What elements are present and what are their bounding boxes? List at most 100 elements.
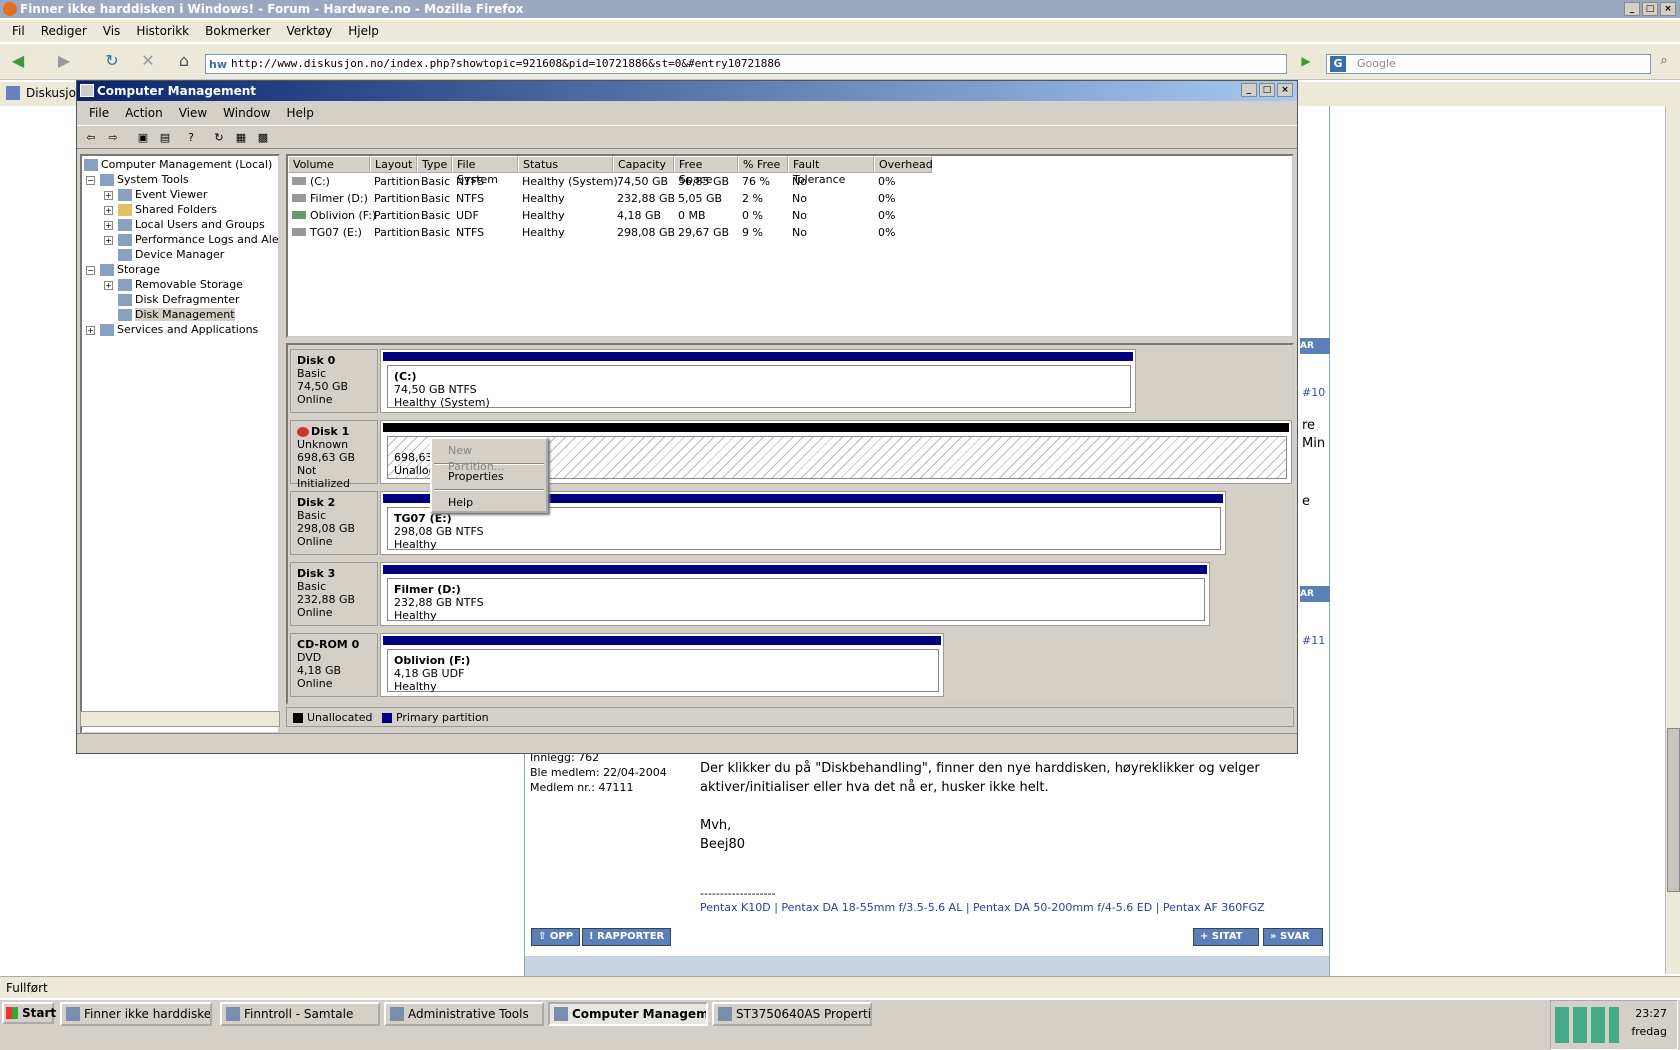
- cell-free: 0 MB: [678, 209, 706, 222]
- tree-device-manager[interactable]: Device Manager: [118, 248, 224, 261]
- forward-icon[interactable]: ▶: [52, 50, 76, 74]
- cm-menu-view[interactable]: View: [171, 103, 215, 123]
- entry-link-11[interactable]: #11: [1302, 634, 1325, 647]
- menu-fil[interactable]: Fil: [4, 20, 33, 42]
- disk-state: Online: [297, 535, 333, 548]
- menu-verktoy[interactable]: Verktøy: [279, 20, 341, 42]
- close-button[interactable]: ×: [1660, 2, 1676, 16]
- cm-forward-icon[interactable]: ⇨: [105, 130, 121, 146]
- entry-link-10[interactable]: #10: [1302, 386, 1325, 399]
- disk-2-label[interactable]: Disk 2 Basic 298,08 GB Online: [290, 491, 378, 555]
- tree-storage[interactable]: − Storage: [86, 263, 160, 276]
- help-icon[interactable]: ?: [183, 130, 199, 146]
- go-icon[interactable]: ▶: [1294, 50, 1318, 74]
- menu-historikk[interactable]: Historikk: [128, 20, 197, 42]
- search-icon[interactable]: ⌕: [1652, 50, 1676, 74]
- cm-menu-window[interactable]: Window: [215, 103, 278, 123]
- tree-removable-storage[interactable]: + Removable Storage: [104, 278, 243, 291]
- up-folder-icon[interactable]: ▣: [135, 130, 151, 146]
- taskbar-firefox[interactable]: Finner ikke harddisken i ...: [60, 1002, 212, 1026]
- clock[interactable]: 23:27 fredag: [1631, 1005, 1667, 1041]
- col-free-space[interactable]: Free Space: [674, 156, 738, 186]
- search-input[interactable]: G Google: [1326, 54, 1651, 74]
- tree-event-viewer[interactable]: + Event Viewer: [104, 188, 207, 201]
- cm-back-icon[interactable]: ⇦: [83, 130, 99, 146]
- side-button-ar-2[interactable]: AR: [1300, 586, 1330, 602]
- site-favicon: hw: [209, 58, 227, 71]
- col-fault-tolerance[interactable]: Fault Tolerance: [788, 156, 874, 186]
- maximize-button[interactable]: □: [1642, 2, 1658, 16]
- cell-fault: No: [792, 226, 807, 239]
- col-percent-free[interactable]: % Free: [738, 156, 788, 173]
- start-button[interactable]: Start: [2, 1002, 56, 1024]
- tree-disk-defragmenter[interactable]: Disk Defragmenter: [118, 293, 240, 306]
- cm-menu-file[interactable]: File: [81, 103, 117, 123]
- minimize-button[interactable]: _: [1624, 2, 1640, 16]
- opp-button[interactable]: ⇧ OPP: [531, 928, 581, 946]
- event-viewer-icon: [118, 189, 132, 201]
- disk-3-label[interactable]: Disk 3 Basic 232,88 GB Online: [290, 562, 378, 626]
- legend-primary: Primary partition: [395, 711, 489, 724]
- tray-icons[interactable]: [1555, 1007, 1619, 1043]
- col-status[interactable]: Status: [518, 156, 613, 173]
- col-volume[interactable]: Volume: [288, 156, 370, 173]
- tree-horizontal-scrollbar[interactable]: [80, 711, 280, 727]
- stop-icon[interactable]: ✕: [136, 50, 160, 74]
- col-type[interactable]: Type: [417, 156, 452, 173]
- disk-0-label[interactable]: Disk 0 Basic 74,50 GB Online: [290, 349, 378, 413]
- disk-1-label[interactable]: Disk 1 Unknown 698,63 GB Not Initialized: [290, 420, 378, 490]
- post-footer-strip: [525, 956, 1329, 976]
- refresh-icon[interactable]: ↻: [211, 130, 227, 146]
- taskbar-properties[interactable]: ST3750640AS Properties: [712, 1002, 872, 1026]
- cell-free: 29,67 GB: [678, 226, 730, 239]
- tree-local-users[interactable]: + Local Users and Groups: [104, 218, 265, 231]
- menu-bokmerker[interactable]: Bokmerker: [197, 20, 278, 42]
- partition-f[interactable]: Oblivion (F:) 4,18 GB UDF Healthy: [380, 633, 944, 697]
- tab-diskusjon[interactable]: Diskusjon: [6, 86, 84, 100]
- back-icon[interactable]: ◀: [6, 50, 30, 74]
- disk-name: CD-ROM 0: [297, 638, 360, 651]
- col-layout[interactable]: Layout: [370, 156, 417, 173]
- tree-perf-logs[interactable]: + Performance Logs and Alerts: [104, 233, 278, 246]
- taskbar-admin-tools[interactable]: Administrative Tools: [384, 1002, 544, 1026]
- sitat-button[interactable]: + SITAT: [1193, 928, 1259, 946]
- cm-maximize-button[interactable]: □: [1259, 83, 1275, 97]
- menu-hjelp[interactable]: Hjelp: [340, 20, 387, 42]
- taskbar-computer-management[interactable]: Computer Manageme...: [548, 1002, 708, 1026]
- col-overhead[interactable]: Overhead: [874, 156, 933, 173]
- menu-vis[interactable]: Vis: [95, 20, 129, 42]
- properties-icon[interactable]: ▦: [233, 130, 249, 146]
- menu-properties[interactable]: Properties: [432, 465, 546, 489]
- taskbar-chat[interactable]: Finntroll - Samtale: [220, 1002, 380, 1026]
- tree-root[interactable]: Computer Management (Local): [84, 158, 272, 171]
- cm-menu-help[interactable]: Help: [279, 103, 322, 123]
- reload-icon[interactable]: ↻: [100, 50, 124, 74]
- cm-minimize-button[interactable]: _: [1241, 83, 1257, 97]
- disk-size: 698,63 GB: [297, 451, 356, 464]
- side-button-ar-1[interactable]: AR: [1300, 338, 1330, 354]
- rapporter-button[interactable]: ! RAPPORTER: [582, 928, 672, 946]
- menu-help[interactable]: Help: [432, 491, 546, 515]
- tree-system-tools[interactable]: − System Tools: [86, 173, 189, 186]
- svar-button[interactable]: » SVAR: [1263, 928, 1323, 946]
- partition-d[interactable]: Filmer (D:) 232,88 GB NTFS Healthy: [380, 562, 1210, 626]
- partition-c[interactable]: (C:) 74,50 GB NTFS Healthy (System): [380, 349, 1136, 413]
- col-file-system[interactable]: File System: [452, 156, 518, 186]
- tree-shared-folders[interactable]: + Shared Folders: [104, 203, 217, 216]
- col-capacity[interactable]: Capacity: [613, 156, 674, 173]
- url-input[interactable]: hw http://www.diskusjon.no/index.php?sho…: [205, 54, 1287, 74]
- cm-close-button[interactable]: ×: [1277, 83, 1293, 97]
- cm-menu-action[interactable]: Action: [117, 103, 171, 123]
- scroll-thumb[interactable]: [1667, 728, 1680, 892]
- settings-icon[interactable]: ▩: [255, 130, 271, 146]
- home-icon[interactable]: ⌂: [172, 50, 196, 74]
- tree-disk-management[interactable]: Disk Management: [118, 308, 235, 321]
- cell-layout: Partition: [374, 175, 420, 188]
- tree-services[interactable]: + Services and Applications: [86, 323, 258, 336]
- page-scrollbar[interactable]: [1665, 106, 1680, 974]
- cdrom-0-label[interactable]: CD-ROM 0 DVD 4,18 GB Online: [290, 633, 378, 697]
- signature[interactable]: Pentax K10D | Pentax DA 18-55mm f/3.5-5.…: [700, 898, 1265, 917]
- menu-rediger[interactable]: Rediger: [33, 20, 95, 42]
- chat-icon: [226, 1007, 240, 1021]
- show-hide-tree-icon[interactable]: ▤: [157, 130, 173, 146]
